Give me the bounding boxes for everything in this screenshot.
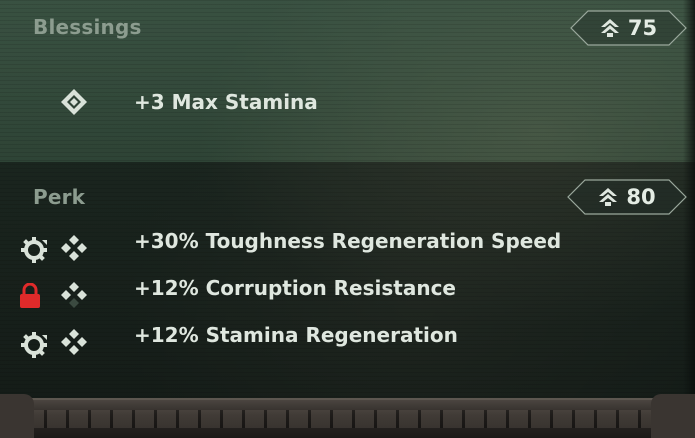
perk-text-1: +30% Toughness Regeneration Speed	[134, 229, 562, 253]
diamond-cluster-icon	[61, 329, 87, 355]
padlock-icon	[20, 283, 40, 308]
blessings-cost-badge: 75	[570, 10, 687, 46]
blessings-cost-value: 75	[627, 16, 658, 40]
footer-rivets	[0, 410, 695, 428]
gear-cycle-icon	[21, 332, 47, 358]
gear-cycle-icon	[21, 237, 47, 263]
rank-chevron-icon	[599, 188, 618, 206]
diamond-cluster-icon	[61, 235, 87, 261]
perk-cost-value: 80	[626, 185, 656, 209]
diamond-cluster-icon	[61, 89, 87, 115]
perk-text-2: +12% Corruption Resistance	[134, 276, 456, 300]
blessings-title: Blessings	[33, 15, 142, 39]
blessing-text: +3 Max Stamina	[134, 90, 318, 114]
footer-cap-left	[0, 394, 34, 438]
perk-title: Perk	[33, 185, 86, 209]
rank-chevron-icon	[600, 19, 619, 37]
footer-cap-right	[651, 394, 695, 438]
perk-text-3: +12% Stamina Regeneration	[134, 323, 458, 347]
panel-footer-ornament	[0, 394, 695, 438]
perk-cost-badge: 80	[567, 179, 687, 215]
diamond-cluster-icon	[61, 282, 87, 308]
